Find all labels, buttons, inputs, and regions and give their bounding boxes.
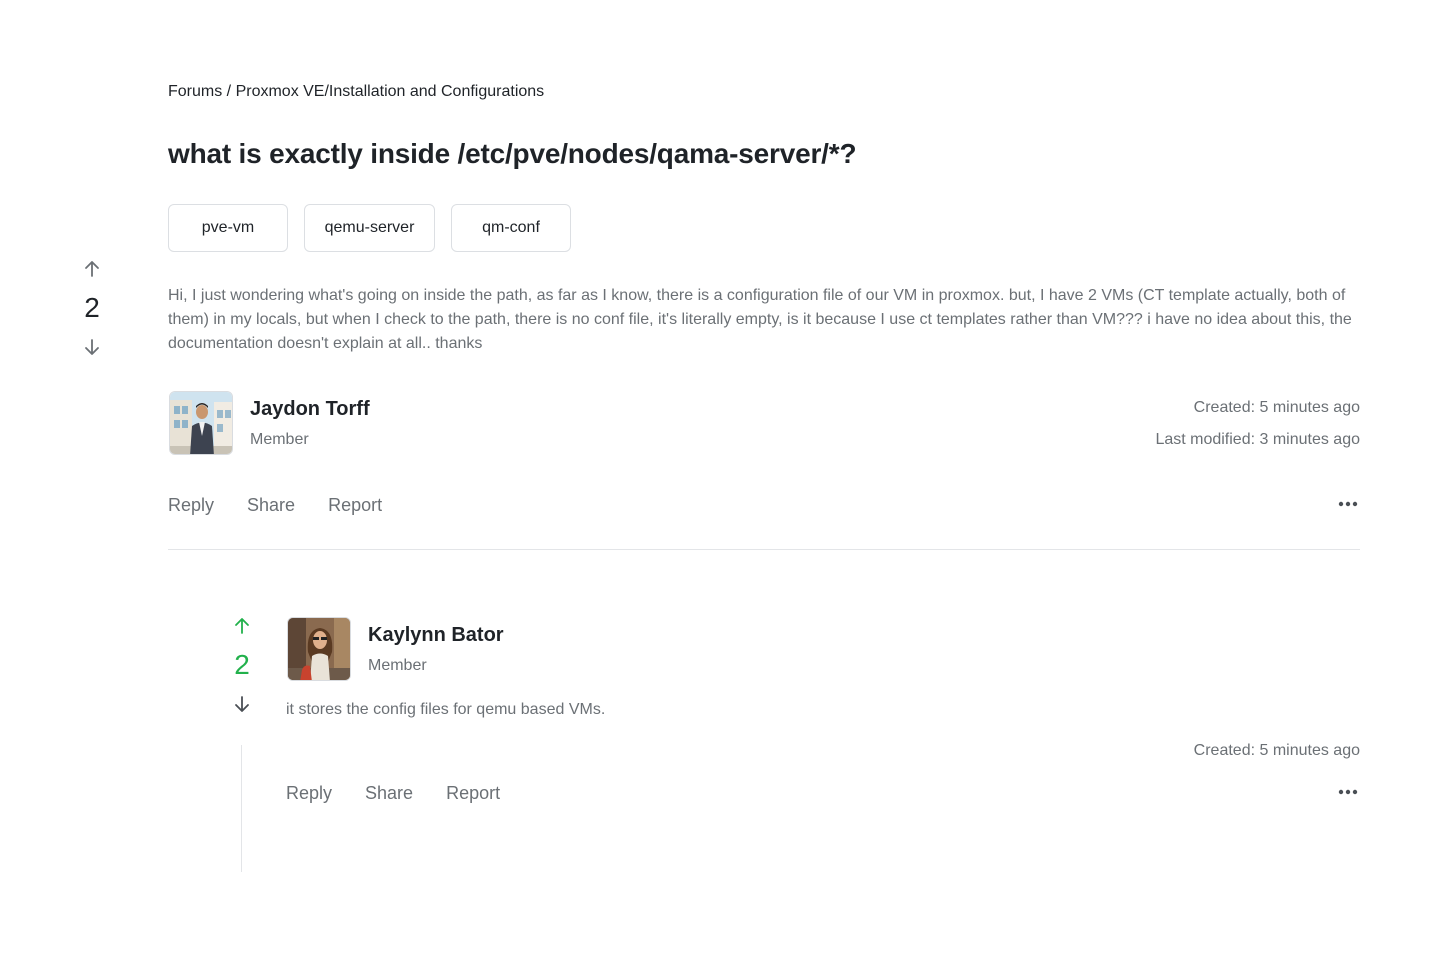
created-timestamp: Created: 5 minutes ago [1193, 399, 1360, 416]
created-timestamp: Created: 5 minutes ago [1193, 742, 1360, 759]
avatar[interactable] [287, 617, 351, 681]
answer-actions: Reply Share Report [286, 781, 500, 805]
vote-count: 2 [234, 649, 250, 680]
tag-qemu-server[interactable]: qemu-server [304, 204, 435, 252]
forum-thread-page: Forums / Proxmox VE/Installation and Con… [0, 0, 1440, 953]
author-name[interactable]: Kaylynn Bator [368, 622, 504, 648]
answer-vote-control: 2 [222, 616, 262, 714]
tag-qm-conf[interactable]: qm-conf [451, 204, 571, 252]
answer-body: it stores the config files for qemu base… [286, 701, 606, 718]
arrow-up-icon[interactable] [232, 616, 252, 636]
reply-button[interactable]: Reply [286, 781, 332, 805]
question-body: Hi, I just wondering what's going on ins… [168, 287, 1352, 352]
breadcrumb[interactable]: Forums / Proxmox VE/Installation and Con… [168, 82, 544, 102]
question-vote-control: 2 [72, 259, 112, 357]
more-horizontal-icon[interactable] [1336, 780, 1360, 804]
arrow-down-icon[interactable] [232, 694, 252, 714]
arrow-down-icon[interactable] [82, 337, 102, 357]
more-horizontal-icon[interactable] [1336, 492, 1360, 516]
author-role: Member [250, 431, 309, 448]
tag-list: pve-vm qemu-server qm-conf [168, 204, 571, 252]
report-button[interactable]: Report [328, 493, 382, 517]
report-button[interactable]: Report [446, 781, 500, 805]
arrow-up-icon[interactable] [82, 259, 102, 279]
reply-button[interactable]: Reply [168, 493, 214, 517]
page-title: what is exactly inside /etc/pve/nodes/qa… [168, 138, 857, 169]
tag-pve-vm[interactable]: pve-vm [168, 204, 288, 252]
share-button[interactable]: Share [247, 493, 295, 517]
author-role: Member [368, 657, 427, 674]
share-button[interactable]: Share [365, 781, 413, 805]
question-actions: Reply Share Report [168, 493, 382, 517]
thread-line [241, 745, 242, 872]
vote-count: 2 [84, 292, 100, 323]
divider [168, 549, 1360, 550]
avatar[interactable] [169, 391, 233, 455]
modified-timestamp: Last modified: 3 minutes ago [1155, 431, 1360, 448]
author-name[interactable]: Jaydon Torff [250, 396, 370, 422]
